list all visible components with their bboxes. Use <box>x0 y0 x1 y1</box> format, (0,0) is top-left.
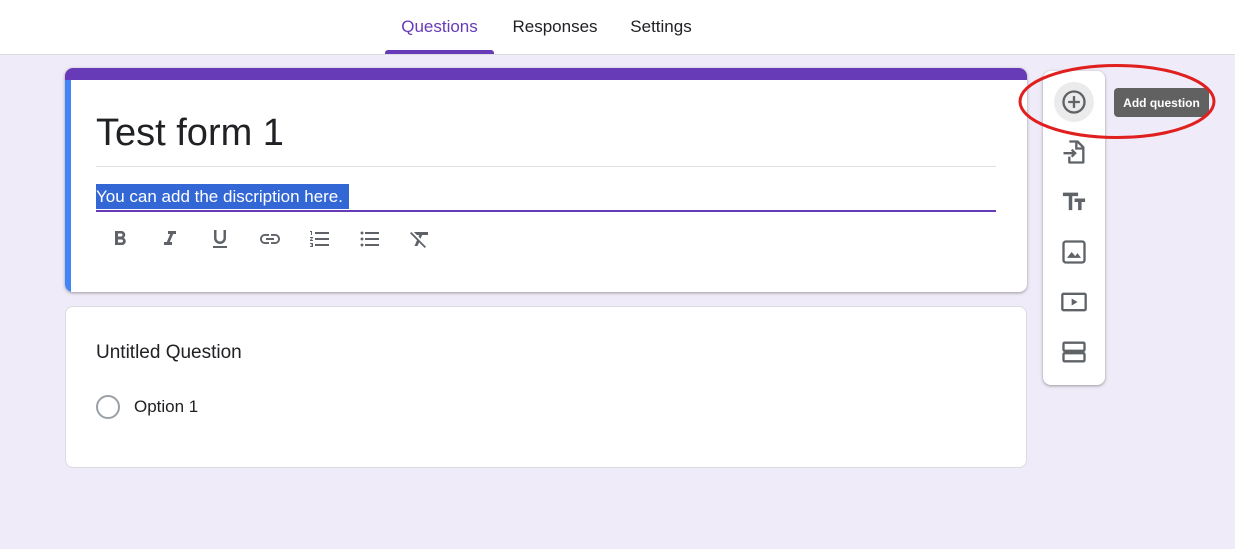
tab-questions[interactable]: Questions <box>385 0 494 54</box>
option-row: Option 1 <box>96 395 198 419</box>
add-video-icon[interactable] <box>1054 282 1094 322</box>
import-questions-icon[interactable] <box>1054 132 1094 172</box>
numbered-list-icon[interactable] <box>305 224 335 254</box>
active-tab-indicator <box>385 50 494 54</box>
italic-icon[interactable] <box>155 224 185 254</box>
add-question-icon[interactable] <box>1054 82 1094 122</box>
active-card-indicator <box>65 80 71 292</box>
tab-responses[interactable]: Responses <box>500 0 610 54</box>
add-question-tooltip: Add question <box>1114 88 1209 117</box>
form-title[interactable]: Test form 1 <box>96 112 284 155</box>
description-field[interactable]: You can add the discription here. <box>96 182 996 212</box>
option-label[interactable]: Option 1 <box>134 397 198 417</box>
add-image-icon[interactable] <box>1054 232 1094 272</box>
underline-icon[interactable] <box>205 224 235 254</box>
form-title-card: Test form 1 You can add the discription … <box>65 68 1027 292</box>
radio-button[interactable] <box>96 395 120 419</box>
side-toolbar <box>1043 71 1105 385</box>
question-card[interactable]: Untitled Question Option 1 <box>65 306 1027 468</box>
link-icon[interactable] <box>255 224 285 254</box>
formatting-toolbar <box>105 224 455 254</box>
top-nav-bar: Questions Responses Settings <box>0 0 1235 55</box>
bulleted-list-icon[interactable] <box>355 224 385 254</box>
clear-formatting-icon[interactable] <box>405 224 435 254</box>
add-section-icon[interactable] <box>1054 332 1094 372</box>
bold-icon[interactable] <box>105 224 135 254</box>
card-accent-bar <box>65 68 1027 80</box>
add-title-icon[interactable] <box>1054 182 1094 222</box>
tab-settings[interactable]: Settings <box>616 0 706 54</box>
title-divider <box>96 166 996 167</box>
description-text[interactable]: You can add the discription here. <box>96 184 349 209</box>
question-title[interactable]: Untitled Question <box>96 342 242 364</box>
